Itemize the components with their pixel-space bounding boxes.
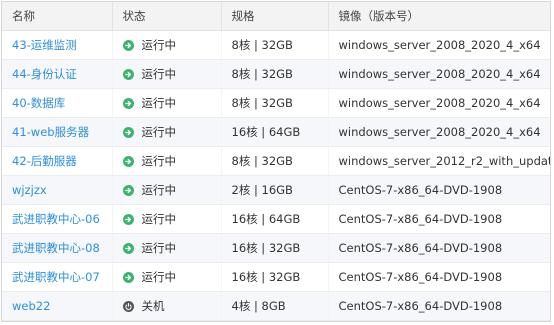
- table-row: wjzjzx 运行中 2核 | 16GB CentOS-7-x86_64-DVD-19…: [2, 175, 550, 205]
- status-label: 关机: [141, 299, 165, 313]
- cell-image: windows_server_2012_r2_with_update_x64: [328, 146, 550, 176]
- status: 运行中: [122, 240, 221, 256]
- table-row: 武进职教中心-07 运行中 16核 | 32GB CentOS-7-x86_64-DV…: [2, 262, 550, 292]
- status-label: 运行中: [141, 154, 177, 168]
- cell-name: 44-身份认证: [2, 59, 113, 89]
- table-header-row: 名称 状态 规格 镜像（版本号）: [2, 2, 550, 31]
- status-label: 运行中: [141, 183, 177, 197]
- column-header-image[interactable]: 镜像（版本号）: [328, 2, 550, 31]
- status: 运行中: [122, 37, 221, 53]
- table-row: 武进职教中心-08 运行中 16核 | 32GB CentOS-7-x86_64-DV…: [2, 233, 550, 263]
- status: 关机: [122, 298, 221, 314]
- column-header-spec[interactable]: 规格: [221, 2, 329, 31]
- instance-name-link[interactable]: 41-web服务器: [12, 125, 89, 139]
- instance-table-panel: 名称 状态 规格 镜像（版本号） 43-运维监测 运行中 8核 | 32GB wind…: [1, 1, 551, 322]
- cell-name: wjzjzx: [2, 175, 113, 205]
- cell-spec: 4核 | 8GB: [221, 291, 329, 321]
- cell-spec: 8核 | 32GB: [221, 30, 329, 60]
- cell-spec: 8核 | 32GB: [221, 88, 329, 118]
- table-row: 40-数据库 运行中 8核 | 32GB windows_server_2008_20…: [2, 88, 550, 118]
- status: 运行中: [122, 153, 221, 169]
- cell-status: 运行中: [112, 30, 222, 60]
- running-icon: [122, 126, 134, 138]
- table-row: 43-运维监测 运行中 8核 | 32GB windows_server_2008_2…: [2, 30, 550, 60]
- status: 运行中: [122, 211, 221, 227]
- status-label: 运行中: [141, 270, 177, 284]
- cell-spec: 16核 | 64GB: [221, 204, 329, 234]
- cell-name: 武进职教中心-06: [2, 204, 113, 234]
- cell-status: 关机: [112, 291, 222, 321]
- cell-status: 运行中: [112, 146, 222, 176]
- instance-name-link[interactable]: web22: [12, 299, 50, 313]
- cell-spec: 8核 | 32GB: [221, 59, 329, 89]
- running-icon: [122, 242, 134, 254]
- cell-image: CentOS-7-x86_64-DVD-1908: [328, 233, 550, 263]
- running-icon: [122, 68, 134, 80]
- instance-table: 名称 状态 规格 镜像（版本号） 43-运维监测 运行中 8核 | 32GB wind…: [2, 2, 550, 321]
- cell-status: 运行中: [112, 117, 222, 147]
- instance-name-link[interactable]: 42-后勤服器: [12, 154, 77, 168]
- running-icon: [122, 184, 134, 196]
- cell-status: 运行中: [112, 175, 222, 205]
- column-header-name[interactable]: 名称: [2, 2, 113, 31]
- status-label: 运行中: [141, 38, 177, 52]
- cell-spec: 16核 | 32GB: [221, 262, 329, 292]
- running-icon: [122, 213, 134, 225]
- cell-status: 运行中: [112, 233, 222, 263]
- instance-name-link[interactable]: 40-数据库: [12, 96, 65, 110]
- status-label: 运行中: [141, 96, 177, 110]
- instance-name-link[interactable]: 44-身份认证: [12, 67, 77, 81]
- status: 运行中: [122, 124, 221, 140]
- running-icon: [122, 39, 134, 51]
- table-row: 武进职教中心-06 运行中 16核 | 64GB CentOS-7-x86_64-DV…: [2, 204, 550, 234]
- instance-name-link[interactable]: 武进职教中心-08: [12, 241, 100, 255]
- cell-image: windows_server_2008_2020_4_x64: [328, 117, 550, 147]
- instance-name-link[interactable]: 武进职教中心-06: [12, 212, 100, 226]
- cell-spec: 2核 | 16GB: [221, 175, 329, 205]
- status: 运行中: [122, 269, 221, 285]
- cell-name: 42-后勤服器: [2, 146, 113, 176]
- status: 运行中: [122, 182, 221, 198]
- cell-image: CentOS-7-x86_64-DVD-1908: [328, 262, 550, 292]
- status-label: 运行中: [141, 212, 177, 226]
- running-icon: [122, 97, 134, 109]
- cell-name: 武进职教中心-08: [2, 233, 113, 263]
- cell-name: 41-web服务器: [2, 117, 113, 147]
- cell-spec: 16核 | 64GB: [221, 117, 329, 147]
- cell-image: windows_server_2008_2020_4_x64: [328, 30, 550, 60]
- table-row: 42-后勤服器 运行中 8核 | 32GB windows_server_2012_r…: [2, 146, 550, 176]
- cell-image: CentOS-7-x86_64-DVD-1908: [328, 291, 550, 321]
- cell-name: web22: [2, 291, 113, 321]
- cell-image: CentOS-7-x86_64-DVD-1908: [328, 175, 550, 205]
- cell-name: 武进职教中心-07: [2, 262, 113, 292]
- cell-status: 运行中: [112, 88, 222, 118]
- cell-image: windows_server_2008_2020_4_x64: [328, 59, 550, 89]
- cell-status: 运行中: [112, 59, 222, 89]
- table-row: web22 关机 4核 | 8GB CentOS-7-x86_64-DVD-1908: [2, 291, 550, 321]
- cell-image: CentOS-7-x86_64-DVD-1908: [328, 204, 550, 234]
- instance-name-link[interactable]: 武进职教中心-07: [12, 270, 100, 284]
- instance-name-link[interactable]: 43-运维监测: [12, 38, 77, 52]
- cell-image: windows_server_2008_2020_4_x64: [328, 88, 550, 118]
- status-label: 运行中: [141, 241, 177, 255]
- status: 运行中: [122, 66, 221, 82]
- cell-name: 43-运维监测: [2, 30, 113, 60]
- table-body: 43-运维监测 运行中 8核 | 32GB windows_server_2008_2…: [2, 30, 550, 321]
- running-icon: [122, 271, 134, 283]
- instance-name-link[interactable]: wjzjzx: [12, 183, 47, 197]
- table-row: 41-web服务器 运行中 16核 | 64GB windows_server_200…: [2, 117, 550, 147]
- running-icon: [122, 155, 134, 167]
- status: 运行中: [122, 95, 221, 111]
- status-label: 运行中: [141, 67, 177, 81]
- cell-spec: 8核 | 32GB: [221, 146, 329, 176]
- cell-spec: 16核 | 32GB: [221, 233, 329, 263]
- table-row: 44-身份认证 运行中 8核 | 32GB windows_server_2008_2…: [2, 59, 550, 89]
- column-header-status[interactable]: 状态: [112, 2, 222, 31]
- power-icon: [122, 300, 134, 312]
- cell-name: 40-数据库: [2, 88, 113, 118]
- cell-status: 运行中: [112, 204, 222, 234]
- cell-status: 运行中: [112, 262, 222, 292]
- status-label: 运行中: [141, 125, 177, 139]
